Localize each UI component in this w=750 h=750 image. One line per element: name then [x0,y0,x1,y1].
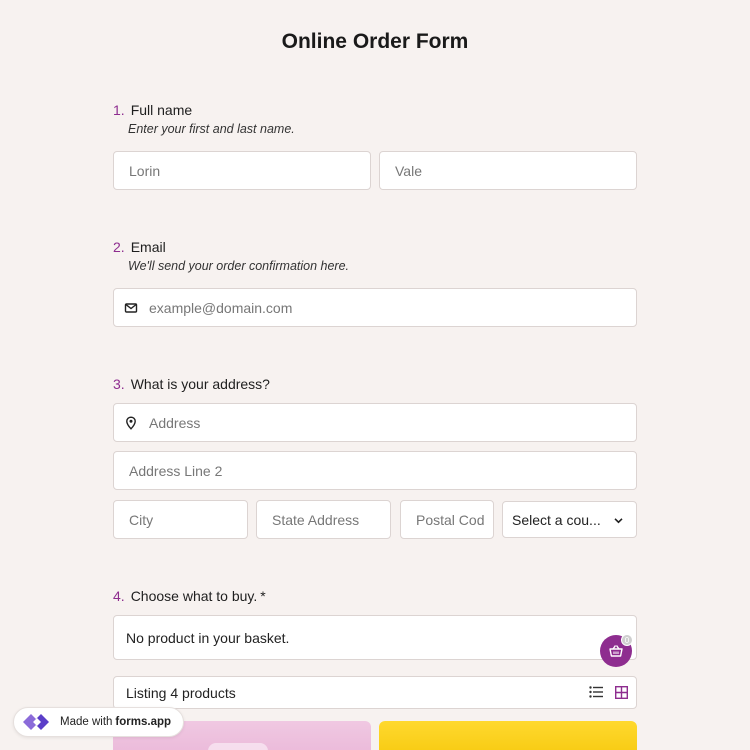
list-view-icon[interactable] [589,686,603,698]
last-name-input[interactable]: Vale [379,151,637,190]
email-placeholder: example@domain.com [149,299,293,316]
question-label: Full name [130,102,193,118]
city-input[interactable]: City [113,500,248,539]
product-listing-bar: Listing 4 products [113,676,637,709]
product-image [208,743,268,750]
chevron-down-icon [614,518,623,524]
question-label: Choose what to buy. [130,588,258,604]
required-mark: * [260,588,266,604]
postal-code-input[interactable]: Postal Cod [400,500,494,539]
badge-brand: forms.app [115,716,172,728]
basket-icon [609,645,623,657]
envelope-icon [124,303,138,313]
question-description: We'll send your order confirmation here. [128,259,350,273]
address-placeholder: Address [149,414,201,431]
location-pin-icon [126,416,136,430]
question-full-name: 1. Full name [113,102,192,118]
question-description: Enter your first and last name. [128,122,295,136]
question-email: 2. Email [113,239,166,255]
state-input[interactable]: State Address [256,500,391,539]
question-number: 1. [113,102,125,118]
made-with-badge[interactable]: Made with forms.app [13,707,185,737]
grid-view-icon[interactable] [615,686,628,699]
question-number: 4. [113,588,125,604]
page-title: Online Order Form [281,30,469,53]
email-input[interactable]: example@domain.com [113,288,637,327]
question-label: What is your address? [130,376,270,392]
question-number: 3. [113,376,125,392]
question-address: 3. What is your address? [113,376,270,392]
basket-text: No product in your basket. [126,629,290,646]
forms-app-logo-icon [23,714,49,730]
basket-count-badge: 0 [621,634,633,646]
listing-text: Listing 4 products [126,684,236,701]
product-card[interactable] [379,721,637,750]
address-line-2-input[interactable]: Address Line 2 [113,451,637,490]
country-select-value: Select a cou... [512,511,601,528]
question-number: 2. [113,239,125,255]
question-label: Email [130,239,166,255]
first-name-input[interactable]: Lorin [113,151,371,190]
question-products: 4. Choose what to buy. * [113,588,266,604]
country-select[interactable]: Select a cou... [502,501,637,538]
badge-prefix: Made with [60,716,113,728]
basket-summary: No product in your basket. [113,615,637,660]
address-input[interactable]: Address [113,403,637,442]
